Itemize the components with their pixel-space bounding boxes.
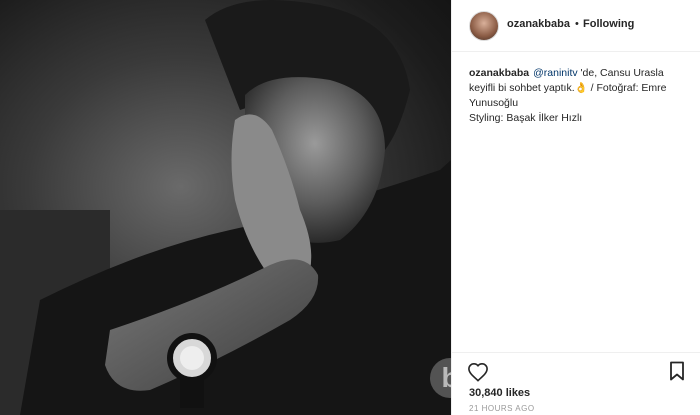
heart-icon[interactable] <box>467 362 489 382</box>
header-username[interactable]: ozanakbaba <box>507 18 570 30</box>
header-separator: • <box>575 18 579 30</box>
post-caption: ozanakbaba @raninitv 'de, Cansu Urasla ke… <box>469 66 687 126</box>
post-side-panel: ozanakbaba • Following ozanakbaba @ranini… <box>451 0 700 415</box>
likes-count[interactable]: 30,840 likes <box>469 387 530 399</box>
bookmark-icon[interactable] <box>669 361 685 381</box>
post-timestamp[interactable]: 21 HOURS AGO <box>469 404 535 413</box>
post-photo[interactable] <box>0 0 451 415</box>
post-header: ozanakbaba • Following <box>452 0 700 52</box>
following-button[interactable]: Following <box>583 18 634 30</box>
caption-username[interactable]: ozanakbaba <box>469 67 529 79</box>
avatar[interactable] <box>469 11 499 41</box>
caption-mention-link[interactable]: @raninitv <box>533 67 578 79</box>
caption-styling: Styling: Başak İlker Hızlı <box>469 112 583 124</box>
actions-divider <box>452 352 700 353</box>
portrait-image <box>0 0 451 415</box>
